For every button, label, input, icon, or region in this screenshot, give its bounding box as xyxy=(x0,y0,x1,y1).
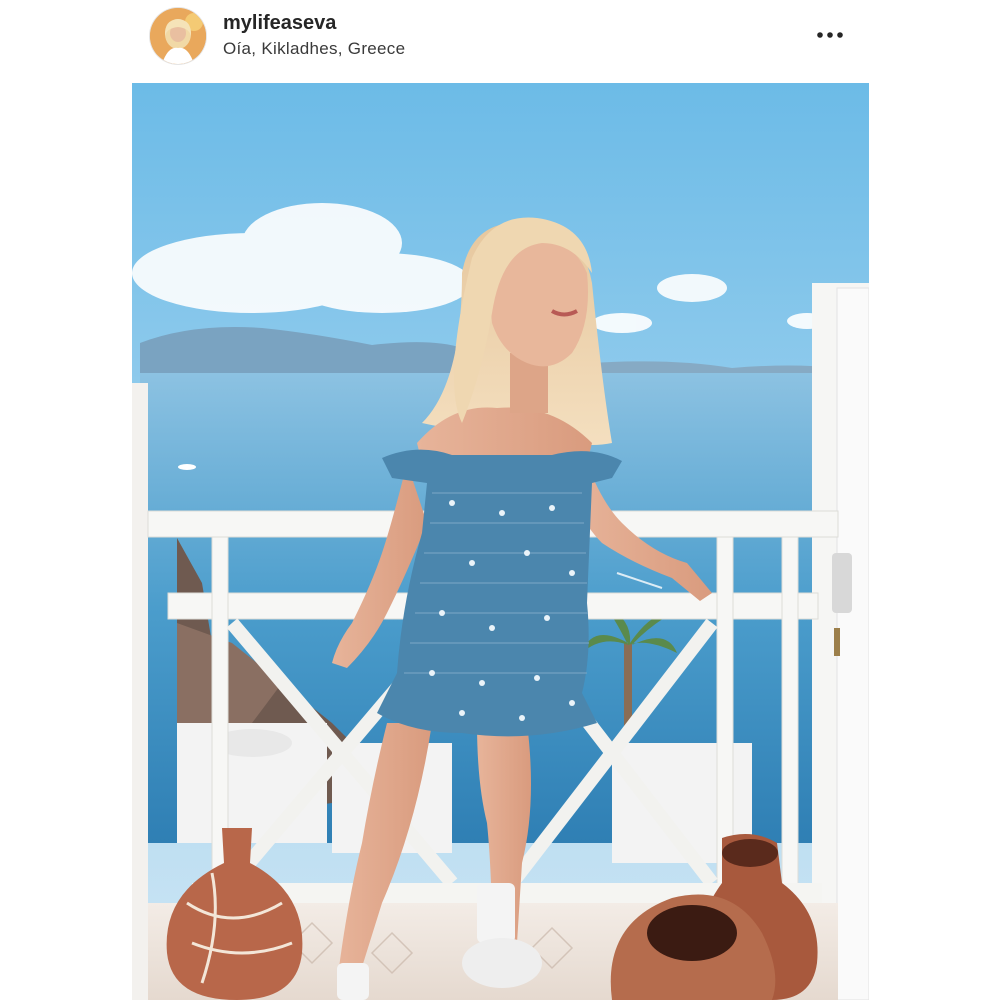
post-photo-illustration xyxy=(132,83,869,1000)
post-header: mylifeaseva Oía, Kikladhes, Greece xyxy=(0,0,1000,80)
more-horizontal-icon xyxy=(817,32,843,38)
avatar-image xyxy=(150,8,206,64)
more-options-button[interactable] xyxy=(810,22,850,48)
avatar[interactable] xyxy=(150,8,206,64)
username-link[interactable]: mylifeaseva xyxy=(223,12,336,35)
location-link[interactable]: Oía, Kikladhes, Greece xyxy=(223,39,405,59)
post-photo[interactable] xyxy=(132,83,869,1000)
door-handle xyxy=(832,553,852,613)
